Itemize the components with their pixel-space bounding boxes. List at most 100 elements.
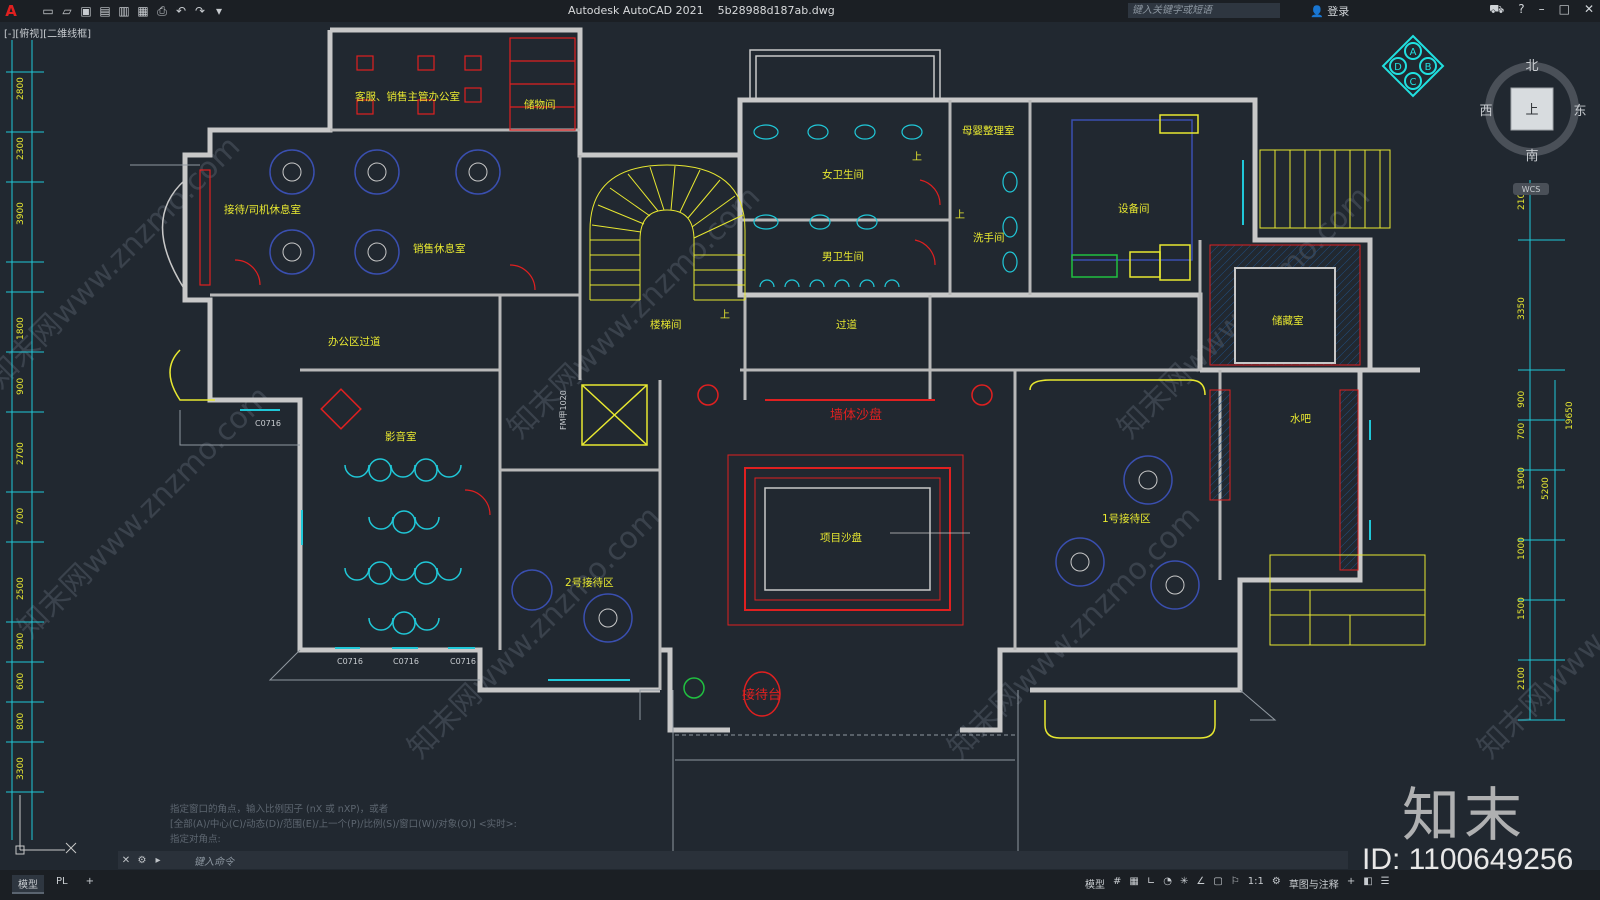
ucs-icon [15,795,77,855]
dim-right-9: 2100 [1517,667,1527,690]
label-project-model: 项目沙盘 [820,531,862,544]
dim-left-12: 3300 [16,757,26,780]
viewcube-east: 东 [1573,104,1586,119]
file-name: 5b28988d187ab.dwg [717,4,835,17]
help-icon[interactable]: ? [1518,2,1524,18]
dim-left-1: 2800 [16,77,26,100]
dim-right-7: 1000 [1517,537,1527,560]
toilets [753,124,1018,288]
label-theater: 影音室 [385,430,417,443]
dim-left-8: 2500 [16,577,26,600]
viewcube-north: 北 [1525,59,1538,74]
office-furniture [199,37,941,516]
dim-left-4: 1800 [16,317,26,340]
login-button[interactable]: 👤 登录 [1310,3,1349,19]
redo-icon[interactable]: ↷ [192,3,208,19]
grid-icon[interactable]: # [1113,876,1121,891]
minimize-button[interactable]: – [1539,2,1545,18]
viewcube-south: 南 [1525,148,1538,164]
windows [240,160,1371,681]
label-mother-baby: 母婴整理室 [962,124,1015,137]
command-line: ✕ ⚙ ▸ 键入命令 [118,851,1348,869]
workspace-switch[interactable]: 草图与注释 [1289,876,1339,891]
tab-add[interactable]: + [80,875,100,894]
close-button[interactable]: ✕ [1584,2,1594,18]
command-history-line: 指定对角点: [170,834,221,845]
snap-icon[interactable]: ▦ [1129,876,1138,891]
title-bar: A ▭ ▱ ▣ ▤ ▥ ▦ ⎙ ↶ ↷ ▾ Autodesk AutoCAD 2… [0,0,1600,22]
equipment-items [1071,114,1199,281]
user-icon: 👤 [1310,5,1324,18]
drawing-canvas[interactable]: 知末网www.znzmo.com 知末网www.znzmo.com 知末网www… [0,22,1600,870]
label-cs-office: 客服、销售主管办公室 [355,90,460,103]
save-icon[interactable]: ▣ [78,3,94,19]
window-title: Autodesk AutoCAD 2021 5b28988d187ab.dwg [568,4,835,17]
annotation-scale[interactable]: 1:1 [1248,876,1264,891]
top-bay [749,49,941,101]
status-bar: 模型 PL + 模型 # ▦ ∟ ◔ ✳ ∠ ▢ ⚐ 1:1 ⚙ 草图与注释 +… [0,870,1600,900]
close-command-icon[interactable]: ✕ [118,855,134,866]
app-title: Autodesk AutoCAD 2021 [568,4,704,17]
watermark-text-7: 知末网www.znzmo.com [1471,499,1600,765]
up-mark-1: 上 [720,309,730,321]
polar-icon[interactable]: ◔ [1163,876,1172,891]
tab-model[interactable]: 模型 [12,875,44,894]
open-folder-icon[interactable]: ▱ [59,3,75,19]
autocad-logo-icon[interactable]: A [2,2,20,20]
label-equipment: 设备间 [1118,202,1150,215]
undo-icon[interactable]: ↶ [173,3,189,19]
gear-icon[interactable]: ⚙ [1272,876,1281,891]
nav-letter-b: B [1425,62,1432,73]
dim-left-3: 3900 [16,202,26,225]
viewport-label[interactable]: [-][俯视][二维线框] [4,25,91,40]
viewcube-west: 西 [1479,104,1492,119]
plot-icon[interactable]: ▦ [135,3,151,19]
save-as-icon[interactable]: ▤ [97,3,113,19]
model-space-button[interactable]: 模型 [1085,876,1105,891]
ortho-icon[interactable]: ∟ [1147,876,1155,891]
command-input[interactable]: 键入命令 [194,853,234,868]
isolate-icon[interactable]: ◧ [1363,876,1372,891]
label-reception1: 1号接待区 [1102,512,1151,525]
watermark-id: ID: 1100649256 [1362,843,1574,876]
nav-letter-a: A [1410,47,1417,58]
dim-left-11: 800 [16,713,26,730]
window-controls: ⛟ ? – □ ✕ [1489,2,1594,18]
wcs-label: WCS [1522,185,1541,194]
plus-icon[interactable]: + [1347,876,1355,891]
new-file-icon[interactable]: ▭ [40,3,56,19]
room-labels: 客服、销售主管办公室 储物间 接待/司机休息室 销售休息室 办公区过道 影音室 … [224,90,1312,589]
tab-pl[interactable]: PL [50,875,74,894]
dim-left-10: 600 [16,673,26,690]
command-history-line: 指定窗口的角点，输入比例因子 (nX 或 nXP)，或者 [170,804,389,815]
print-icon[interactable]: ⎙ [154,3,170,19]
recent-commands-icon[interactable]: ▸ [150,855,166,866]
publish-icon[interactable]: ▥ [116,3,132,19]
window-tag-2: C0716 [337,657,363,666]
customize-dropdown-icon[interactable]: ▾ [211,3,227,19]
osnap-icon[interactable]: ✳ [1180,876,1188,891]
command-history: 指定窗口的角点，输入比例因子 (nX 或 nXP)，或者 [全部(A)/中心(C… [170,802,517,847]
label-water-bar: 水吧 [1290,413,1312,425]
navigation-diamond-icon[interactable]: A B C D [1381,34,1445,98]
right-dimension-chain [1518,180,1565,721]
menu-icon[interactable]: ☰ [1381,876,1390,891]
dim-right-3: 900 [1517,391,1527,408]
label-stairwell: 楼梯间 [650,318,682,331]
quick-access-toolbar: ▭ ▱ ▣ ▤ ▥ ▦ ⎙ ↶ ↷ ▾ [40,3,227,19]
status-toggles: 模型 # ▦ ∟ ◔ ✳ ∠ ▢ ⚐ 1:1 ⚙ 草图与注释 + ◧ ☰ [1085,876,1390,891]
lineweight-icon[interactable]: ▢ [1213,876,1222,891]
viewcube-top-label: 上 [1525,103,1538,118]
right-dimension-labels: 2100 3350 900 700 1900 5200 1000 1500 21… [1517,187,1575,690]
otrack-icon[interactable]: ∠ [1196,876,1205,891]
annotation-icon[interactable]: ⚐ [1231,876,1240,891]
dim-left-5: 900 [16,378,26,395]
dim-right-4: 700 [1517,423,1527,440]
cart-icon[interactable]: ⛟ [1489,2,1504,18]
label-female-wc: 女卫生间 [822,168,864,181]
maximize-button[interactable]: □ [1559,2,1570,18]
label-reception-driver: 接待/司机休息室 [224,203,301,216]
viewcube[interactable]: 上 北 南 西 东 WCS [1479,59,1587,195]
search-input[interactable]: 键入关键字或短语 [1128,3,1280,18]
wrench-icon[interactable]: ⚙ [134,855,150,866]
